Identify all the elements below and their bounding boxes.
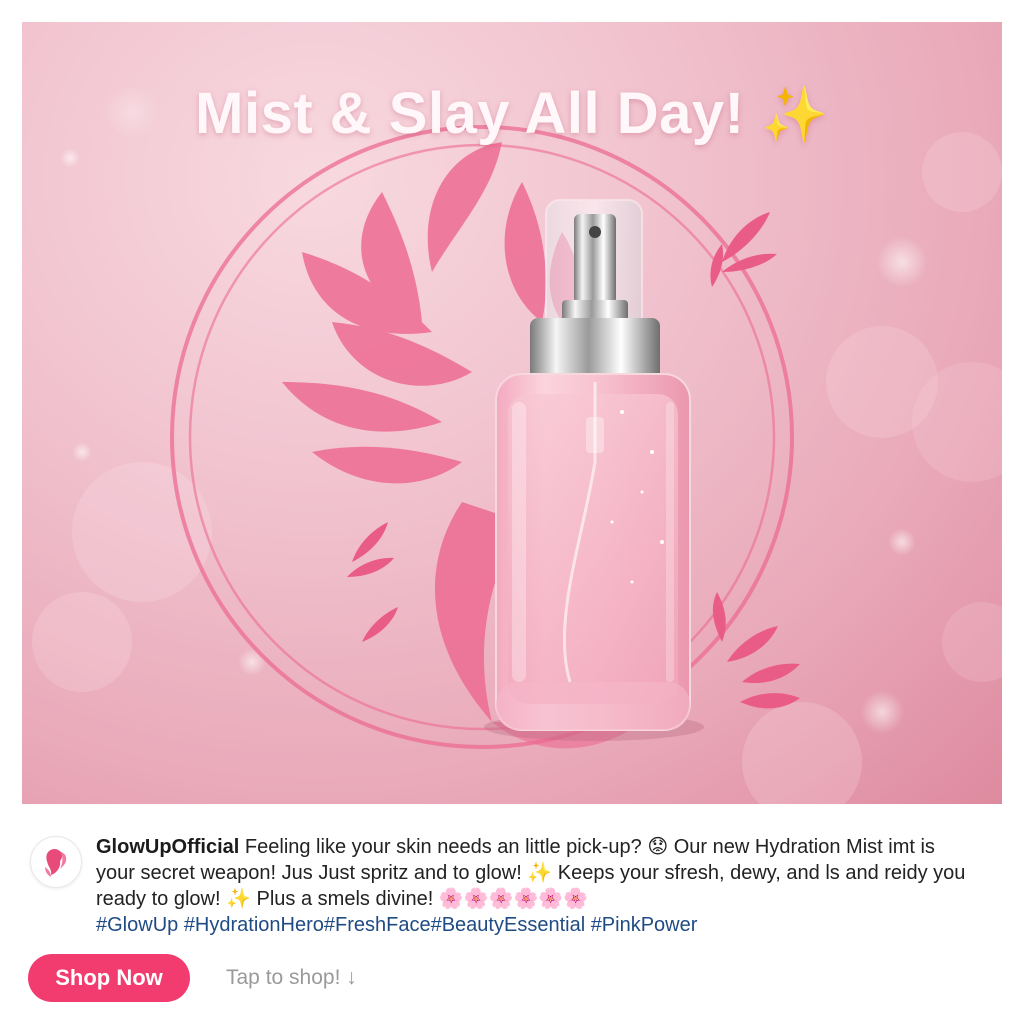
caption-line-1: Feeling like your skin needs an little p… (244, 836, 883, 858)
username[interactable]: GlowUpOfficial (96, 836, 239, 858)
post-caption: GlowUpOfficial Feeling like your skin ne… (96, 834, 976, 938)
woman-profile-logo-icon[interactable] (30, 836, 82, 888)
hero-image: Mist & Slay All Day! ✨ (22, 22, 1002, 804)
shop-now-button[interactable]: Shop Now (28, 954, 190, 1002)
hero-headline: Mist & Slay All Day! ✨ (22, 80, 1002, 147)
hashtags[interactable]: #GlowUp #HydrationHero#FreshFace#BeautyE… (96, 914, 697, 936)
tap-to-shop-hint: Tap to shop! ↓ (226, 966, 357, 989)
headline-text: Mist & Slay All Day! (195, 81, 745, 146)
sparkle-icon: ✨ (761, 85, 829, 145)
